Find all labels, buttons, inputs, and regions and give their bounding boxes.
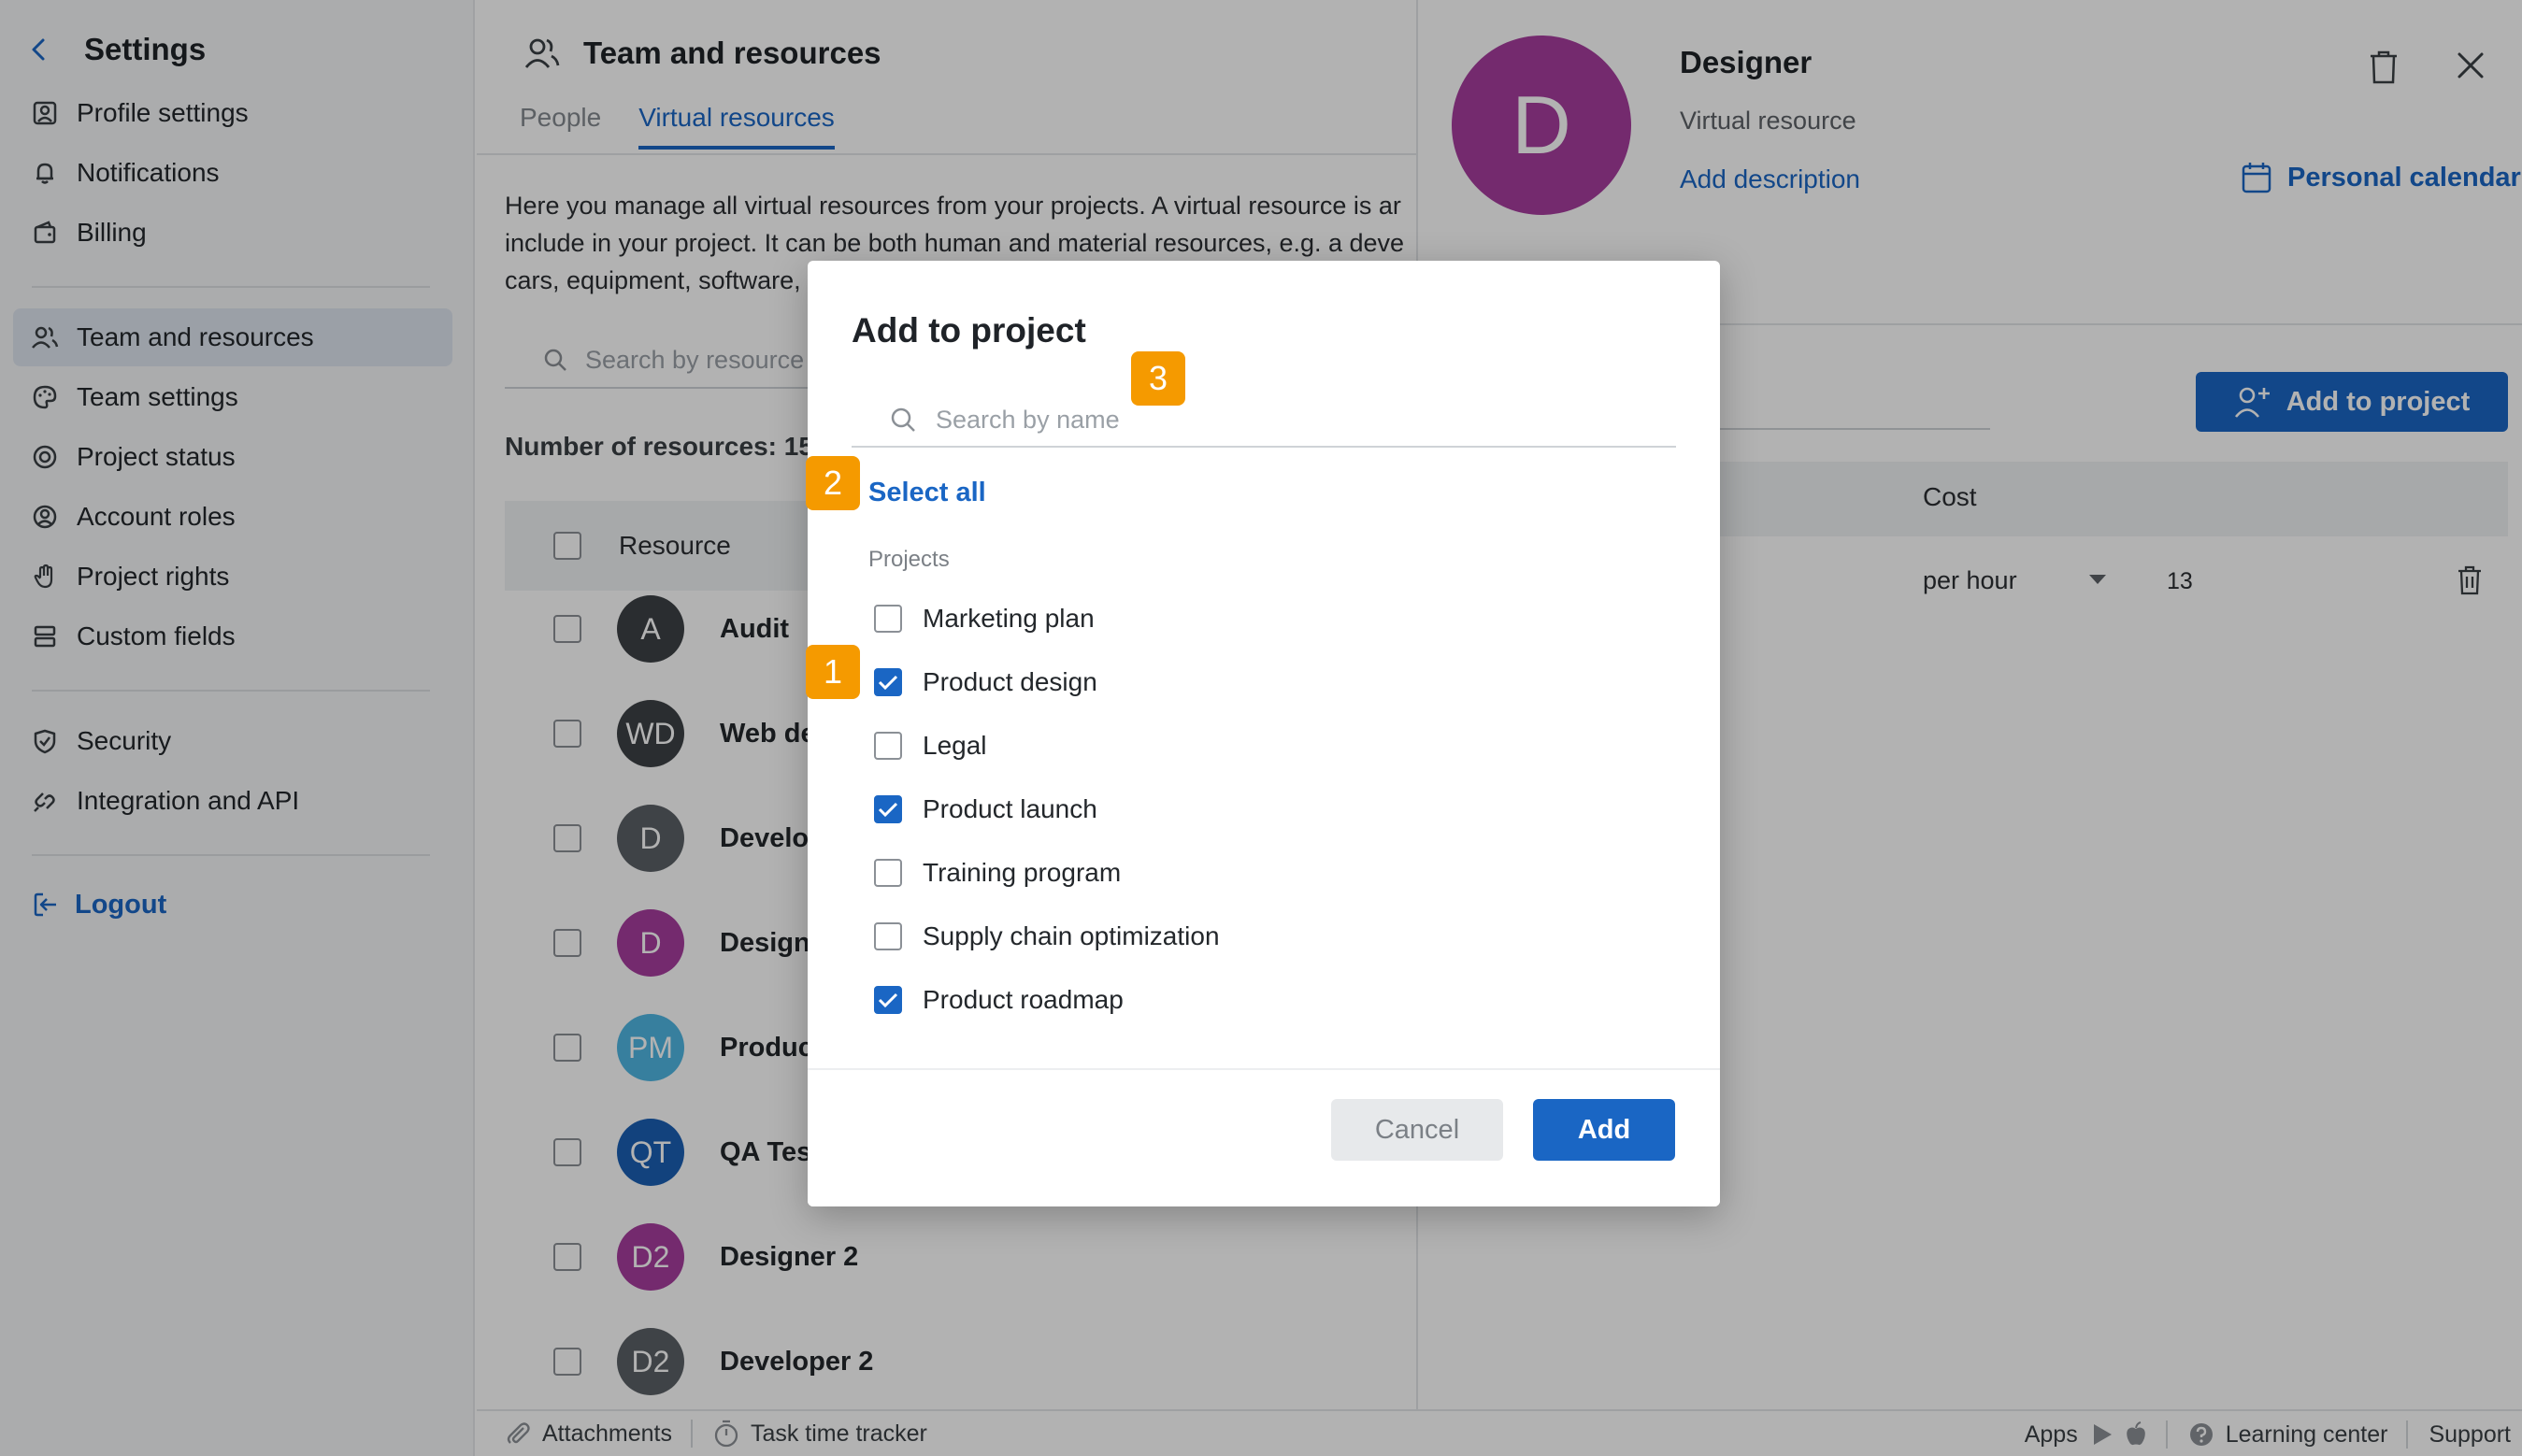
project-option[interactable]: Legal [874, 724, 987, 767]
project-label: Product roadmap [923, 985, 1124, 1014]
dialog-title: Add to project [852, 311, 1086, 350]
add-to-project-dialog: Add to project Search by name Select all… [808, 261, 1720, 1206]
step-marker-3: 3 [1131, 351, 1185, 406]
project-checkbox[interactable] [874, 986, 902, 1014]
project-option[interactable]: Marketing plan [874, 597, 1095, 640]
add-button[interactable]: Add [1533, 1099, 1675, 1161]
cancel-button[interactable]: Cancel [1331, 1099, 1503, 1161]
project-checkbox[interactable] [874, 922, 902, 950]
project-option[interactable]: Product launch [874, 788, 1097, 831]
search-icon [889, 406, 917, 434]
project-option[interactable]: Product roadmap [874, 978, 1124, 1021]
dialog-footer: Cancel Add [808, 1068, 1720, 1206]
checkmark-icon [878, 675, 898, 691]
project-name-search-input[interactable]: Search by name [852, 393, 1676, 448]
search-placeholder: Search by name [936, 405, 1120, 434]
project-label: Supply chain optimization [923, 921, 1220, 950]
project-label: Product launch [923, 794, 1097, 823]
project-option[interactable]: Supply chain optimization [874, 915, 1220, 958]
project-checkbox[interactable] [874, 859, 902, 887]
step-marker-2: 2 [806, 456, 860, 510]
select-all-link[interactable]: Select all [868, 478, 986, 508]
project-option[interactable]: Product design [874, 661, 1097, 704]
step-marker-1: 1 [806, 645, 860, 699]
project-label: Training program [923, 858, 1122, 887]
checkmark-icon [878, 992, 898, 1008]
checkmark-icon [878, 802, 898, 818]
project-label: Legal [923, 731, 987, 760]
project-label: Marketing plan [923, 604, 1095, 633]
project-checkbox[interactable] [874, 668, 902, 696]
project-checkbox[interactable] [874, 732, 902, 760]
project-option[interactable]: Training program [874, 851, 1121, 894]
project-checkbox[interactable] [874, 795, 902, 823]
projects-section-label: Projects [868, 547, 950, 572]
project-label: Product design [923, 667, 1097, 696]
project-checkbox[interactable] [874, 605, 902, 633]
